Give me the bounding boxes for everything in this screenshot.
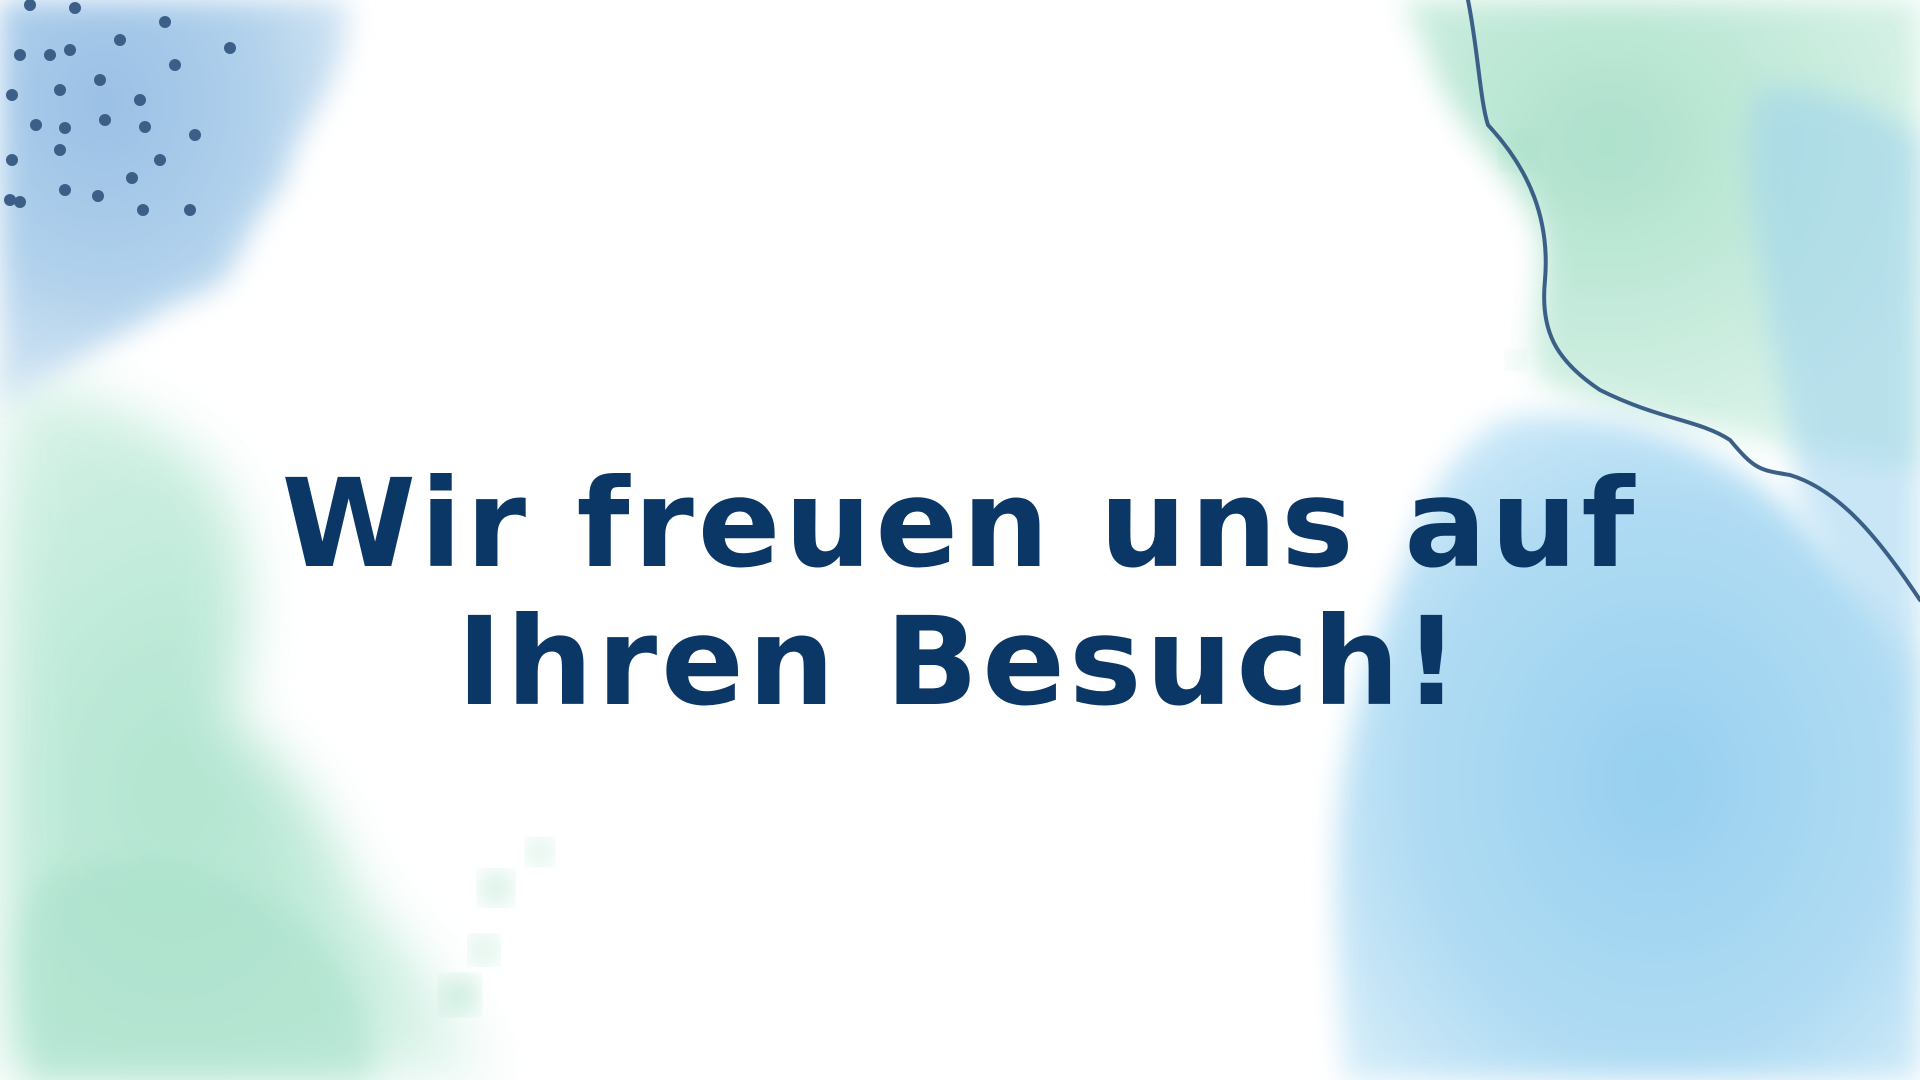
splash-dot: [1508, 352, 1524, 368]
splash-dot: [444, 979, 476, 1011]
splash-dot: [472, 938, 496, 962]
splash-dot: [529, 841, 551, 863]
headline-line-2: Ihren Besuch!: [456, 591, 1464, 733]
headline: Wir freuen uns auf Ihren Besuch!: [0, 455, 1920, 731]
splash-dot: [482, 874, 510, 902]
headline-line-1: Wir freuen uns auf: [281, 453, 1639, 595]
slide-canvas: Wir freuen uns auf Ihren Besuch!: [0, 0, 1920, 1080]
